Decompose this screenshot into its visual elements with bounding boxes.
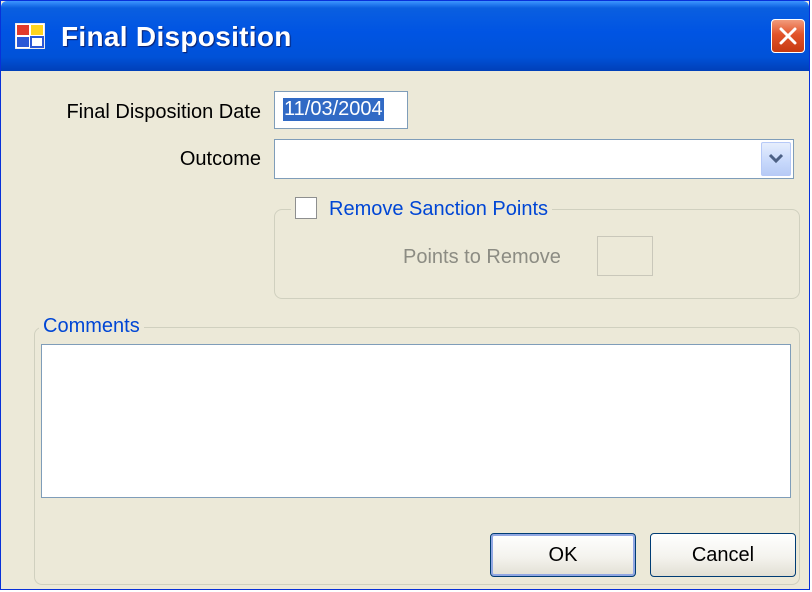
close-button[interactable] [771, 19, 805, 53]
comments-label: Comments [39, 315, 144, 338]
points-to-remove-input [597, 236, 653, 276]
final-disposition-date-input[interactable]: 11/03/2004 [274, 91, 408, 129]
outcome-label: Outcome [179, 148, 261, 170]
sanction-points-group: Remove Sanction Points Points to Remove [274, 197, 800, 299]
title-bar[interactable]: Final Disposition [1, 1, 809, 71]
remove-sanction-points-checkbox[interactable] [295, 197, 317, 219]
window-title: Final Disposition [61, 21, 292, 52]
date-value: 11/03/2004 [283, 98, 384, 121]
outcome-dropdown[interactable] [274, 139, 794, 179]
cancel-button[interactable]: Cancel [650, 533, 796, 577]
app-window-icon [15, 23, 45, 49]
points-to-remove-label: Points to Remove [403, 246, 561, 268]
comments-textarea[interactable] [41, 344, 791, 498]
ok-button[interactable]: OK [490, 533, 636, 577]
remove-sanction-points-label[interactable]: Remove Sanction Points [329, 198, 548, 220]
outcome-dropdown-button[interactable] [761, 142, 791, 176]
dialog-body: Final Disposition Date 11/03/2004 Outcom… [4, 71, 806, 588]
final-disposition-dialog: Final Disposition Final Disposition Date… [0, 0, 810, 590]
chevron-down-icon [768, 153, 784, 164]
close-x-icon [779, 27, 797, 45]
sanction-points-legend: Remove Sanction Points [291, 197, 553, 221]
final-disposition-date-label: Final Disposition Date [66, 101, 261, 123]
